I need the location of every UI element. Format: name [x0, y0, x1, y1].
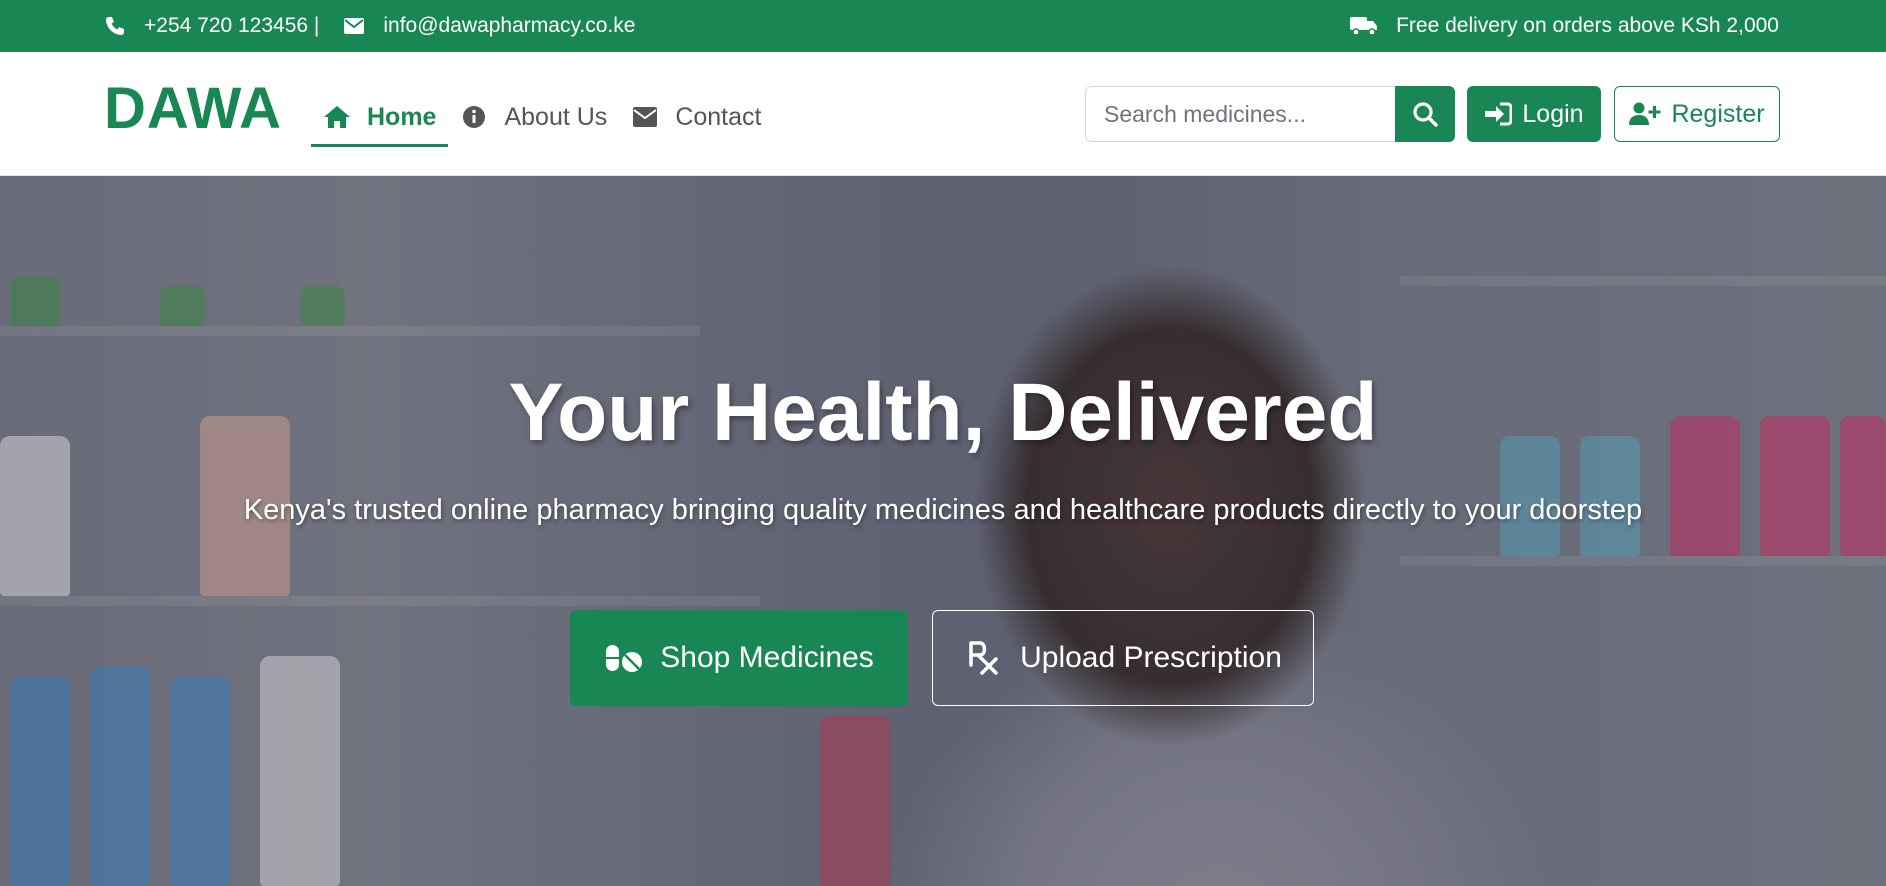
search-button[interactable] — [1395, 86, 1455, 142]
phone-icon — [104, 15, 126, 37]
envelope-icon — [343, 15, 365, 37]
login-button[interactable]: Login — [1467, 86, 1601, 142]
delivery-info: Free delivery on orders above KSh 2,000 — [1350, 0, 1779, 52]
contact-info: +254 720 123456 | info@dawapharmacy.co.k… — [104, 0, 635, 52]
hero-title: Your Health, Delivered — [508, 367, 1378, 458]
phone-number[interactable]: +254 720 123456 | — [144, 14, 319, 38]
search-input[interactable] — [1085, 86, 1395, 142]
brand-logo[interactable]: DAWA — [104, 78, 282, 140]
shop-medicines-label: Shop Medicines — [660, 641, 874, 674]
delivery-text: Free delivery on orders above KSh 2,000 — [1396, 14, 1779, 37]
prescription-icon — [964, 641, 1004, 675]
info-icon — [460, 103, 488, 131]
nav-item-label: Home — [367, 102, 437, 131]
upload-prescription-button[interactable]: Upload Prescription — [932, 610, 1314, 706]
main-navbar: DAWA Home About Us Contact Search medici… — [0, 52, 1886, 176]
hero-banner: Your Health, Delivered Kenya's trusted o… — [0, 176, 1886, 886]
user-plus-icon — [1629, 100, 1661, 128]
home-icon — [323, 103, 351, 131]
search-icon — [1412, 101, 1438, 127]
shop-medicines-button[interactable]: Shop Medicines — [570, 610, 908, 706]
truck-icon — [1350, 15, 1378, 37]
sign-in-icon — [1484, 100, 1513, 128]
nav-item-home[interactable]: Home — [311, 88, 449, 147]
nav-item-label: About Us — [504, 102, 608, 131]
register-button[interactable]: Register — [1614, 86, 1780, 142]
main-nav: Home About Us Contact — [311, 88, 773, 147]
login-label: Login — [1522, 99, 1584, 128]
envelope-icon — [631, 103, 659, 131]
nav-item-contact[interactable]: Contact — [619, 88, 773, 146]
pills-icon — [604, 641, 644, 675]
register-label: Register — [1671, 99, 1765, 128]
search-form — [1085, 86, 1455, 142]
upload-prescription-label: Upload Prescription — [1020, 641, 1282, 674]
hero-subtitle: Kenya's trusted online pharmacy bringing… — [243, 494, 1643, 526]
top-bar: +254 720 123456 | info@dawapharmacy.co.k… — [0, 0, 1886, 52]
email-address[interactable]: info@dawapharmacy.co.ke — [383, 14, 635, 38]
nav-item-about[interactable]: About Us — [448, 88, 619, 146]
hero-actions: Shop Medicines Upload Prescription — [570, 610, 1314, 706]
nav-item-label: Contact — [675, 102, 762, 131]
